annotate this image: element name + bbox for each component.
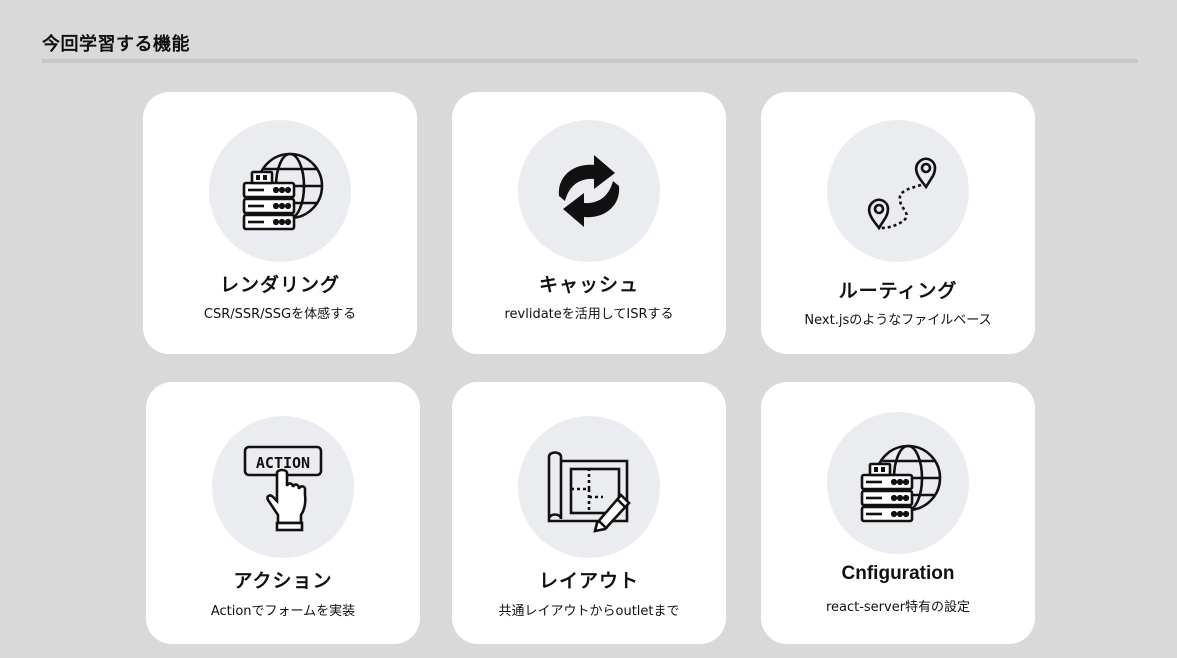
card-description: react-server特有の設定: [825, 600, 971, 615]
card-title: レンダリング: [219, 274, 340, 296]
feature-card-action[interactable]: ACTION アクション Actionでフォームを実装: [146, 382, 420, 644]
feature-card-routing[interactable]: ルーティング Next.jsのようなファイルベース: [761, 92, 1035, 354]
card-title: キャッシュ: [538, 274, 639, 296]
card-title: レイアウト: [538, 570, 639, 592]
card-description: 共通レイアウトからoutletまで: [498, 604, 680, 619]
card-title: Cnfiguration: [841, 563, 955, 584]
route-map-pins-icon: [867, 157, 937, 231]
card-title: ルーティング: [838, 280, 958, 302]
card-description: Actionでフォームを実装: [210, 604, 356, 619]
icon-circle: [827, 120, 969, 262]
icon-circle: [209, 120, 351, 262]
page-title: 今回学習する機能: [42, 34, 190, 55]
feature-card-rendering[interactable]: レンダリング CSR/SSR/SSGを体感する: [143, 92, 417, 354]
card-description: CSR/SSR/SSGを体感する: [203, 307, 357, 322]
feature-card-configuration[interactable]: Cnfiguration react-server特有の設定: [761, 382, 1035, 644]
server-globe-icon: [242, 152, 324, 231]
icon-circle: [518, 120, 660, 262]
blueprint-pencil-icon: [547, 451, 631, 533]
title-divider: [42, 59, 1138, 63]
icon-circle: [518, 416, 660, 558]
card-description: Next.jsのようなファイルベース: [804, 313, 992, 328]
feature-card-layout[interactable]: レイアウト 共通レイアウトからoutletまで: [452, 382, 726, 644]
server-globe-icon: [860, 444, 942, 523]
action-button-hand-icon: ACTION: [243, 445, 323, 532]
icon-circle: [827, 412, 969, 554]
icon-circle: ACTION: [212, 416, 354, 558]
feature-card-cache[interactable]: キャッシュ revlidateを活用してISRする: [452, 92, 726, 354]
card-title: アクション: [233, 570, 333, 592]
card-description: revlidateを活用してISRする: [504, 307, 674, 322]
refresh-arrows-icon: [558, 155, 620, 227]
